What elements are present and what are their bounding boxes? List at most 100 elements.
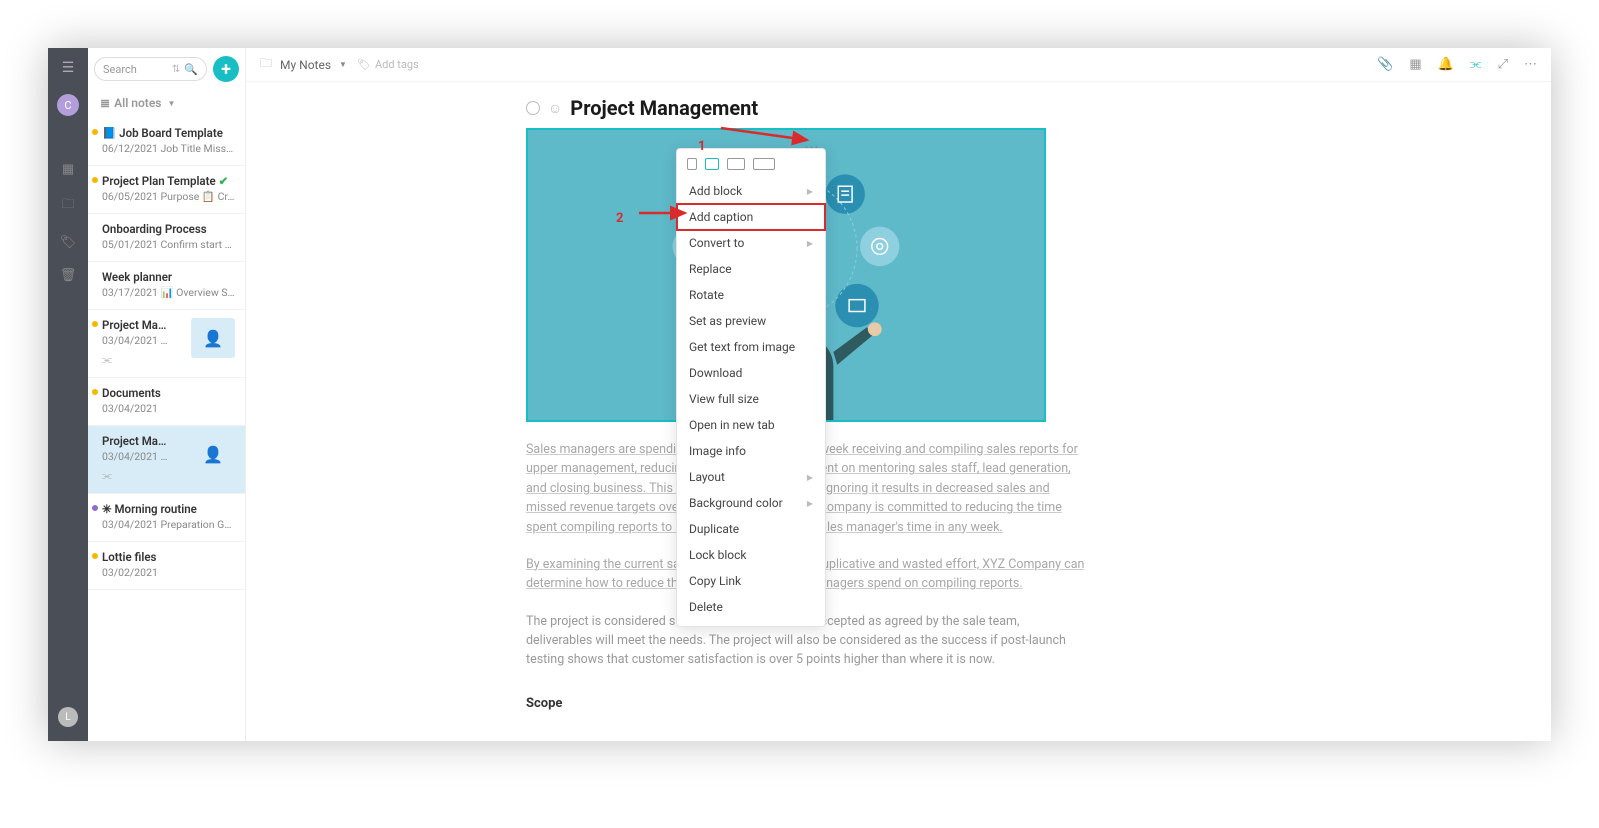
menu-icon[interactable]: ☰ [62, 60, 75, 76]
search-placeholder: Search [103, 63, 137, 76]
tag-icon[interactable]: 🏷 [60, 235, 77, 250]
note-sub: 03/04/2021 Preparation G… [102, 518, 235, 531]
note-title: Lottie files [102, 550, 235, 564]
search-icon[interactable]: 🔍 [184, 63, 198, 76]
menu-item-view-full-size[interactable]: View full size [677, 386, 825, 412]
width-options [677, 155, 825, 178]
note-content: ☺ Project Management [246, 82, 1551, 741]
note-sub: 03/17/2021 📊 Overview S… [102, 286, 235, 299]
folder-icon: 🗀 [260, 54, 272, 75]
expand-icon[interactable]: ⤢ [1498, 57, 1508, 72]
note-title: Project Ma… [102, 318, 185, 332]
width-option-3[interactable] [727, 158, 745, 170]
list-icon: ≣ [100, 96, 110, 110]
menu-item-add-caption[interactable]: Add caption [677, 204, 825, 230]
image-context-menu: Add block▶Add captionConvert to▶ReplaceR… [676, 148, 826, 627]
menu-item-set-as-preview[interactable]: Set as preview [677, 308, 825, 334]
note-item[interactable]: Onboarding Process 05/01/2021 Confirm sta… [88, 214, 245, 262]
notes-sidebar: Search ⇅ 🔍 + ≣ All notes ▼ 📘 Job Board T… [88, 48, 246, 741]
menu-item-copy-link[interactable]: Copy Link [677, 568, 825, 594]
note-item[interactable]: Documents 03/04/2021 [88, 378, 245, 426]
note-title: Documents [102, 386, 235, 400]
color-dot [92, 553, 98, 559]
share-icon: ⫘ [102, 469, 185, 483]
menu-item-download[interactable]: Download [677, 360, 825, 386]
filter-icon[interactable]: ⇅ [172, 64, 180, 75]
chevron-down-icon[interactable]: ▼ [339, 60, 347, 69]
search-input[interactable]: Search ⇅ 🔍 [94, 57, 207, 81]
note-item[interactable]: Project Ma… 03/04/2021 … ⫘ 👤 [88, 426, 245, 494]
menu-item-open-in-new-tab[interactable]: Open in new tab [677, 412, 825, 438]
note-sub: 03/02/2021 [102, 566, 235, 579]
share-icon[interactable]: ⫘ [1470, 57, 1482, 72]
note-title: Project Plan Template ✔ [102, 174, 235, 188]
menu-item-lock-block[interactable]: Lock block [677, 542, 825, 568]
more-icon[interactable]: ⋯ [1524, 57, 1537, 72]
note-title: ✳ Morning routine [102, 502, 235, 516]
note-item[interactable]: Week planner 03/17/2021 📊 Overview S… [88, 262, 245, 310]
note-title: 📘 Job Board Template [102, 126, 235, 140]
note-item[interactable]: ✳ Morning routine 03/04/2021 Preparation … [88, 494, 245, 542]
note-thumbnail: 👤 [191, 318, 235, 358]
share-icon: ⫘ [102, 353, 185, 367]
note-sub: 06/12/2021 Job Title Missi… [102, 142, 235, 155]
note-sub: 06/05/2021 Purpose 📋 Cr… [102, 190, 235, 203]
width-option-1[interactable] [687, 158, 697, 170]
note-sub: 03/04/2021 [102, 402, 235, 415]
menu-item-add-block[interactable]: Add block▶ [677, 178, 825, 204]
breadcrumb[interactable]: My Notes [280, 58, 331, 72]
note-sub: 05/01/2021 Confirm start … [102, 238, 235, 251]
scope-heading[interactable]: Scope [526, 696, 1086, 711]
color-dot [92, 129, 98, 135]
color-dot [92, 505, 98, 511]
note-item[interactable]: 📘 Job Board Template 06/12/2021 Job Title… [88, 118, 245, 166]
menu-item-replace[interactable]: Replace [677, 256, 825, 282]
chevron-right-icon: ▶ [807, 187, 813, 196]
note-item[interactable]: Lottie files 03/02/2021 [88, 542, 245, 590]
menu-item-duplicate[interactable]: Duplicate [677, 516, 825, 542]
note-item[interactable]: Project Plan Template ✔ 06/05/2021 Purpos… [88, 166, 245, 214]
note-title: Onboarding Process [102, 222, 235, 236]
note-sub: 03/04/2021 … [102, 334, 185, 347]
tag-icon: 🏷 [357, 58, 371, 71]
menu-item-get-text-from-image[interactable]: Get text from image [677, 334, 825, 360]
color-dot [92, 321, 98, 327]
topbar: 🗀 My Notes ▼ 🏷 Add tags 📎 ▦ 🔔 ⫘ ⤢ ⋯ [246, 48, 1551, 82]
menu-item-convert-to[interactable]: Convert to▶ [677, 230, 825, 256]
chevron-right-icon: ▶ [807, 473, 813, 482]
chevron-down-icon: ▼ [167, 99, 175, 108]
attachment-icon[interactable]: 📎 [1377, 57, 1393, 72]
color-dot [92, 389, 98, 395]
note-sub: 03/04/2021 … [102, 450, 185, 463]
trash-icon[interactable]: 🗑 [60, 268, 77, 283]
bell-icon[interactable]: 🔔 [1438, 57, 1454, 72]
note-title: Project Ma… [102, 434, 185, 448]
all-notes-dropdown[interactable]: ≣ All notes ▼ [88, 90, 245, 118]
width-option-2[interactable] [705, 158, 719, 170]
main-area: 🗀 My Notes ▼ 🏷 Add tags 📎 ▦ 🔔 ⫘ ⤢ ⋯ [246, 48, 1551, 741]
folder-icon[interactable]: 🗀 [61, 195, 74, 217]
menu-item-delete[interactable]: Delete [677, 594, 825, 620]
add-note-button[interactable]: + [213, 56, 239, 82]
menu-item-rotate[interactable]: Rotate [677, 282, 825, 308]
workspace-avatar[interactable]: C [57, 94, 79, 116]
qr-icon[interactable]: ▦ [1409, 57, 1421, 72]
chevron-right-icon: ▶ [807, 239, 813, 248]
grid-icon[interactable]: ▦ [62, 162, 74, 177]
note-thumbnail: 👤 [191, 434, 235, 474]
emoji-icon[interactable]: ☺ [548, 100, 562, 117]
note-title: Week planner [102, 270, 235, 284]
app-rail: ☰ C ▦ 🗀 🏷 🗑 L [48, 48, 88, 741]
width-option-4[interactable] [753, 158, 775, 170]
note-list[interactable]: 📘 Job Board Template 06/12/2021 Job Title… [88, 118, 245, 741]
add-tags[interactable]: 🏷 Add tags [357, 58, 419, 71]
note-item[interactable]: Project Ma… 03/04/2021 … ⫘ 👤 [88, 310, 245, 378]
color-dot [92, 177, 98, 183]
page-title[interactable]: Project Management [570, 96, 758, 120]
chevron-right-icon: ▶ [807, 499, 813, 508]
user-avatar[interactable]: L [58, 707, 78, 727]
menu-item-background-color[interactable]: Background color▶ [677, 490, 825, 516]
checkbox-icon[interactable] [526, 101, 540, 115]
menu-item-layout[interactable]: Layout▶ [677, 464, 825, 490]
menu-item-image-info[interactable]: Image info [677, 438, 825, 464]
